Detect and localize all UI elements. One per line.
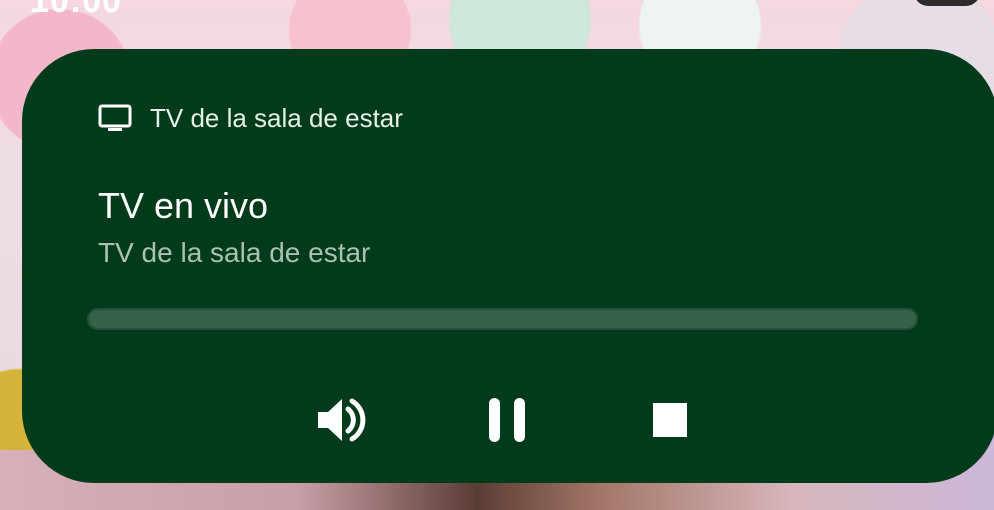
progress-bar[interactable] [87, 308, 918, 330]
output-device-name: TV de la sala de estar [150, 102, 403, 133]
output-device-row[interactable]: TV de la sala de estar [98, 103, 403, 133]
battery-badge: 65 [914, 0, 980, 6]
pause-icon [487, 397, 527, 443]
stop-button[interactable] [640, 390, 700, 450]
pause-button[interactable] [477, 390, 537, 450]
status-time: 10:00 [30, 0, 122, 20]
playback-controls [22, 390, 994, 450]
volume-button[interactable] [312, 390, 372, 450]
track-subtitle: TV de la sala de estar [98, 237, 371, 268]
tv-icon [98, 104, 132, 132]
stop-icon [652, 402, 688, 438]
media-output-card: TV de la sala de estar TV en vivo TV de … [22, 49, 994, 483]
status-bar: 10:00 65 [0, 0, 994, 20]
track-title: TV en vivo [98, 185, 269, 226]
volume-icon [314, 395, 370, 445]
